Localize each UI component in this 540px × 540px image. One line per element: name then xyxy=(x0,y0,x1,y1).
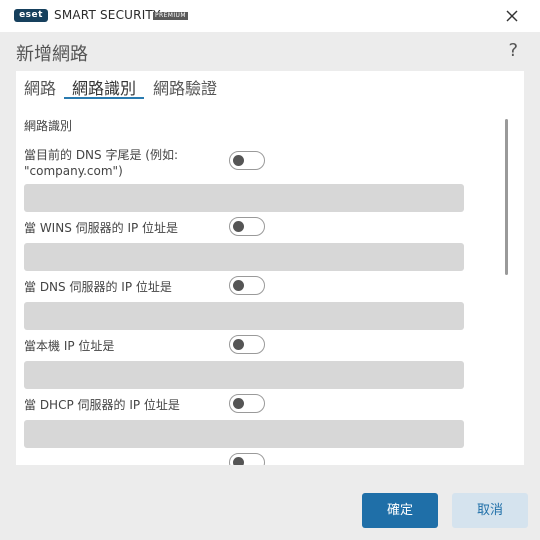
dns-suffix-label-line2: "company.com") xyxy=(24,164,123,178)
tab-network[interactable]: 網路 xyxy=(24,75,56,99)
local-ip-input[interactable] xyxy=(24,361,464,389)
settings-panel: 網路 網路識別 網路驗證 網路識別 當目前的 DNS 字尾是 (例如: "com… xyxy=(16,71,524,465)
toggle-knob xyxy=(233,457,244,465)
dns-suffix-label-line1: 當目前的 DNS 字尾是 (例如: xyxy=(24,148,179,162)
wins-server-toggle[interactable] xyxy=(229,217,265,236)
dhcp-server-toggle[interactable] xyxy=(229,394,265,413)
tab-bar: 網路 網路識別 網路驗證 xyxy=(16,71,524,99)
dns-suffix-toggle[interactable] xyxy=(229,151,265,170)
toggle-knob xyxy=(233,398,244,409)
scrollbar-thumb[interactable] xyxy=(505,119,508,275)
title-bar: eset SMART SECURITY PREMIUM xyxy=(0,0,540,32)
wins-server-label: 當 WINS 伺服器的 IP 位址是 xyxy=(24,221,179,235)
toggle-knob xyxy=(233,339,244,350)
active-tab-indicator xyxy=(64,97,144,99)
dhcp-server-label: 當 DHCP 伺服器的 IP 位址是 xyxy=(24,398,180,412)
cancel-button[interactable]: 取消 xyxy=(452,493,528,528)
help-button[interactable]: ? xyxy=(508,40,518,61)
dns-suffix-label: 當目前的 DNS 字尾是 (例如: "company.com") xyxy=(24,147,224,179)
wins-server-input[interactable] xyxy=(24,243,464,271)
dns-server-toggle[interactable] xyxy=(229,276,265,295)
eset-logo: eset xyxy=(14,9,48,22)
app-name: SMART SECURITY xyxy=(54,8,161,22)
dhcp-server-input[interactable] xyxy=(24,420,464,448)
tab-network-authentication[interactable]: 網路驗證 xyxy=(153,75,217,99)
dns-suffix-input[interactable] xyxy=(24,184,464,212)
close-icon xyxy=(506,10,518,22)
dns-server-input[interactable] xyxy=(24,302,464,330)
toggle-knob xyxy=(233,221,244,232)
local-ip-toggle[interactable] xyxy=(229,335,265,354)
toggle-knob xyxy=(233,155,244,166)
next-row-toggle[interactable] xyxy=(229,453,265,465)
edition-badge: PREMIUM xyxy=(153,12,188,20)
ok-button[interactable]: 確定 xyxy=(362,493,438,528)
dns-server-label: 當 DNS 伺服器的 IP 位址是 xyxy=(24,280,172,294)
tab-network-identification[interactable]: 網路識別 xyxy=(72,75,136,99)
local-ip-label: 當本機 IP 位址是 xyxy=(24,339,115,353)
dialog-title: 新增網路 xyxy=(16,44,88,65)
toggle-knob xyxy=(233,280,244,291)
close-button[interactable] xyxy=(504,8,520,24)
section-title: 網路識別 xyxy=(24,119,73,133)
